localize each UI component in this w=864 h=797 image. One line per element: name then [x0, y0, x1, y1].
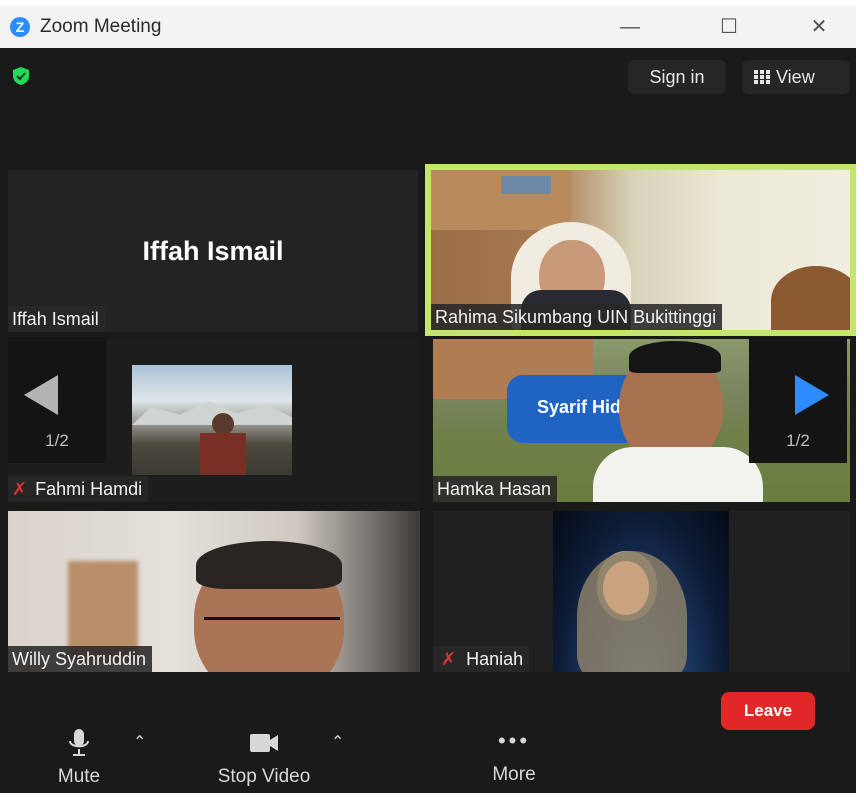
page-indicator-right: 1/2 [786, 431, 810, 450]
participant-video [132, 365, 292, 475]
meeting-area: Sign in View Iffah Ismail Iffah Ismail R… [0, 48, 856, 793]
microphone-icon [69, 729, 89, 756]
window-title: Zoom Meeting [40, 16, 162, 37]
mute-button[interactable]: Mute [44, 728, 114, 788]
chevron-up-icon[interactable]: ⌃ [133, 732, 146, 752]
mic-muted-icon: ✗ [441, 649, 457, 669]
participant-tile-rahima[interactable]: Rahima Sikumbang UIN Bukittinggi [425, 164, 856, 336]
participant-tile-haniah[interactable]: ✗ Haniah [433, 511, 850, 672]
participant-video [553, 511, 729, 672]
stop-video-label: Stop Video [217, 766, 311, 787]
video-camera-icon [250, 734, 278, 752]
mute-label: Mute [57, 766, 101, 787]
next-page-button[interactable]: 1/2 [749, 337, 847, 463]
participant-name: Iffah Ismail [8, 306, 105, 332]
view-button[interactable]: View [742, 60, 850, 94]
participant-name: Rahima Sikumbang UIN Bukittinggi [431, 304, 723, 330]
view-label: View [776, 67, 815, 87]
close-icon[interactable]: ✕ [801, 12, 837, 42]
arrow-left-icon [24, 375, 58, 415]
more-button[interactable]: ••• More [474, 728, 554, 788]
leave-button[interactable]: Leave [721, 692, 815, 730]
security-shield-icon[interactable] [11, 66, 31, 86]
participant-name: Willy Syahruddin [8, 646, 153, 672]
participant-big-name: Iffah Ismail [142, 236, 284, 266]
participant-name: Hamka Hasan [433, 476, 558, 502]
participant-name: Fahmi Hamdi [35, 479, 143, 499]
sign-text: Syarif Hid [537, 397, 622, 417]
more-label: More [492, 764, 536, 785]
minimize-icon[interactable]: — [612, 12, 648, 42]
participant-tile-willy[interactable]: Willy Syahruddin [8, 511, 420, 672]
more-dots-icon: ••• [497, 728, 531, 753]
grid-view-icon [754, 70, 770, 84]
sign-in-label: Sign in [649, 67, 705, 87]
stop-video-button[interactable]: Stop Video [196, 728, 332, 788]
participant-name-plate: ✗ Fahmi Hamdi [8, 476, 149, 502]
maximize-icon[interactable]: ☐ [711, 12, 747, 42]
arrow-right-icon [795, 375, 829, 415]
participant-tile-iffah[interactable]: Iffah Ismail Iffah Ismail [8, 170, 418, 332]
participant-name-plate: ✗ Haniah [433, 646, 530, 672]
chevron-up-icon[interactable]: ⌃ [331, 732, 344, 752]
mic-muted-icon: ✗ [12, 479, 28, 499]
zoom-logo-icon: Z [10, 17, 30, 37]
right-edge [856, 0, 864, 797]
title-bar: Z Zoom Meeting — ☐ ✕ [0, 6, 856, 48]
participant-name: Haniah [466, 649, 524, 669]
page-indicator-left: 1/2 [45, 431, 69, 450]
previous-page-button[interactable]: 1/2 [8, 337, 106, 463]
sign-in-button[interactable]: Sign in [628, 60, 726, 94]
